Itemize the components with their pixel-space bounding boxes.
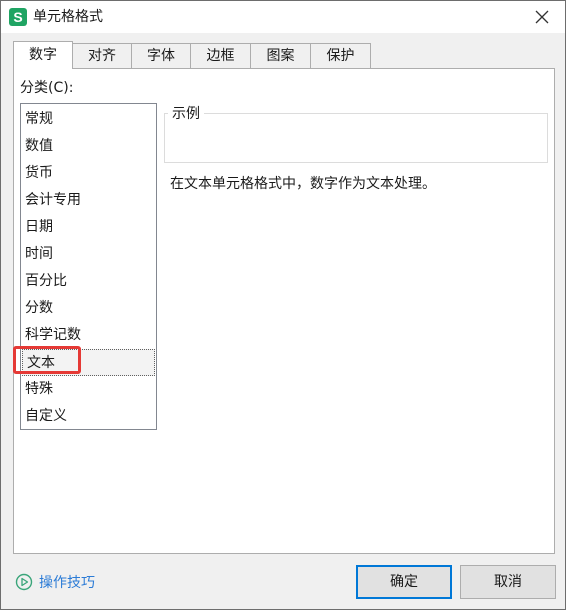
- category-item-custom[interactable]: 自定义: [21, 403, 156, 430]
- category-item-fraction[interactable]: 分数: [21, 295, 156, 322]
- tab-font[interactable]: 字体: [131, 43, 191, 68]
- category-label: 分类(C):: [20, 80, 74, 96]
- category-item-number[interactable]: 数值: [21, 133, 156, 160]
- tab-protection[interactable]: 保护: [310, 43, 371, 68]
- close-button[interactable]: [519, 1, 565, 33]
- category-item-special[interactable]: 特殊: [21, 376, 156, 403]
- category-item-scientific[interactable]: 科学记数: [21, 322, 156, 349]
- category-item-currency[interactable]: 货币: [21, 160, 156, 187]
- ok-button[interactable]: 确定: [356, 565, 452, 599]
- tips-link[interactable]: 操作技巧: [15, 571, 95, 593]
- sample-legend: 示例: [168, 103, 204, 123]
- sample-preview-box: [164, 113, 548, 163]
- cancel-button[interactable]: 取消: [460, 565, 556, 599]
- title-bar: S 单元格格式: [1, 1, 565, 33]
- tab-number[interactable]: 数字: [13, 41, 73, 69]
- category-item-general[interactable]: 常规: [21, 106, 156, 133]
- tab-alignment[interactable]: 对齐: [72, 43, 132, 68]
- tab-panel-number: 分类(C): 常规 数值 货币 会计专用 日期 时间 百分比 分数 科学记数 文…: [13, 68, 555, 554]
- category-item-accounting[interactable]: 会计专用: [21, 187, 156, 214]
- tab-pattern[interactable]: 图案: [250, 43, 311, 68]
- close-icon: [535, 10, 549, 24]
- format-description: 在文本单元格格式中，数字作为文本处理。: [170, 176, 436, 192]
- category-item-percentage[interactable]: 百分比: [21, 268, 156, 295]
- format-cells-dialog: S 单元格格式 数字 对齐 字体 边框 图案 保护 分类(C): 常规 数值 货…: [0, 0, 566, 610]
- category-item-time[interactable]: 时间: [21, 241, 156, 268]
- category-list[interactable]: 常规 数值 货币 会计专用 日期 时间 百分比 分数 科学记数 文本 特殊 自定…: [20, 103, 157, 430]
- category-item-text[interactable]: 文本: [22, 349, 155, 376]
- category-item-date[interactable]: 日期: [21, 214, 156, 241]
- dialog-title: 单元格格式: [33, 9, 103, 25]
- tips-label: 操作技巧: [39, 575, 95, 591]
- app-logo-icon: S: [9, 8, 27, 26]
- tab-border[interactable]: 边框: [190, 43, 251, 68]
- play-circle-icon: [15, 573, 33, 591]
